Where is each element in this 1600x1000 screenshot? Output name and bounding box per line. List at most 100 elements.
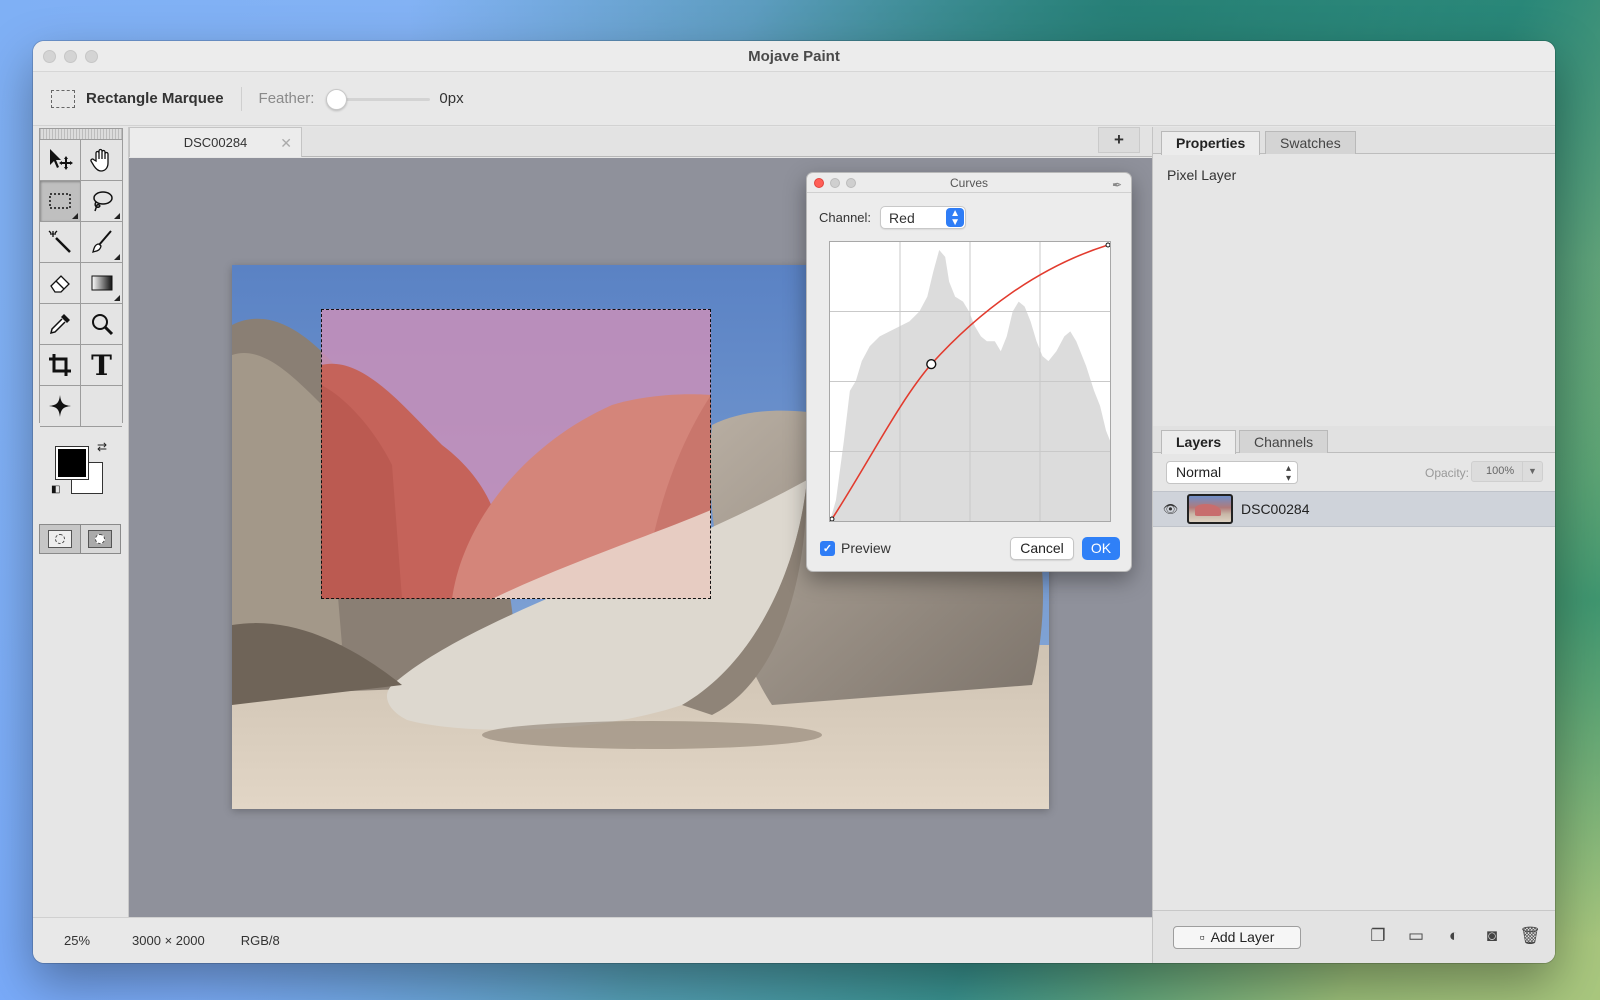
- duplicate-layer-icon[interactable]: ❐: [1367, 925, 1389, 947]
- sparkle-tool[interactable]: [40, 386, 81, 427]
- brush-icon: [91, 230, 112, 253]
- layer-thumbnail: [1187, 494, 1233, 524]
- color-mode: RGB/8: [240, 933, 280, 948]
- zoom-tool[interactable]: [81, 304, 122, 345]
- properties-content: Pixel Layer: [1153, 154, 1555, 426]
- quick-mask-icon: [88, 530, 113, 548]
- tool-flyout-indicator: [114, 213, 120, 219]
- tab-channels[interactable]: Channels: [1239, 430, 1329, 453]
- folder-icon[interactable]: ▭: [1405, 925, 1427, 947]
- blend-mode-select[interactable]: Normal ▴ ▾: [1166, 460, 1298, 484]
- eyedropper-tool[interactable]: [40, 304, 81, 345]
- tab-swatches[interactable]: Swatches: [1265, 131, 1356, 154]
- gradient-icon: [91, 275, 112, 291]
- curve-control-point[interactable]: [926, 358, 937, 370]
- zoom-window-button[interactable]: [85, 50, 98, 63]
- curves-graph[interactable]: [829, 241, 1111, 522]
- crop-tool[interactable]: [40, 345, 81, 386]
- visibility-eye-icon[interactable]: 👁: [1163, 502, 1187, 516]
- eraser-tool[interactable]: [40, 263, 81, 304]
- feather-slider[interactable]: [326, 88, 431, 110]
- dialog-minimize-button: [830, 178, 840, 188]
- lasso-tool[interactable]: [81, 181, 122, 222]
- tab-properties[interactable]: Properties: [1161, 131, 1261, 155]
- tool-flyout-indicator: [114, 295, 120, 301]
- opacity-field[interactable]: 100% ▼: [1471, 461, 1543, 482]
- divider: [240, 86, 242, 111]
- swap-colors-icon[interactable]: ⇄: [97, 440, 107, 454]
- hand-tool[interactable]: [81, 140, 122, 181]
- dialog-close-button[interactable]: [814, 178, 824, 188]
- preview-checkbox[interactable]: ✓: [820, 540, 835, 556]
- standard-mode-icon: [47, 530, 72, 548]
- default-colors-icon[interactable]: ◧: [51, 484, 60, 495]
- curves-title: Curves: [949, 176, 988, 190]
- opacity-label: Opacity:: [1424, 466, 1469, 480]
- select-arrows-icon: ▲ ▼: [946, 208, 965, 228]
- marquee-selection[interactable]: [321, 309, 711, 599]
- channel-row: Channel: Red ▲ ▼: [807, 193, 1131, 229]
- magic-wand-tool[interactable]: [40, 222, 81, 263]
- zoom-level[interactable]: 25%: [64, 933, 90, 948]
- curves-dialog: Curves ✒ Channel: Red ▲ ▼ ✓ Preview Canc…: [806, 172, 1132, 572]
- add-layer-button[interactable]: ▫ Add Layer: [1173, 925, 1301, 949]
- magic-wand-icon: [48, 230, 71, 253]
- text-tool[interactable]: T: [81, 345, 122, 386]
- tool-flyout-indicator: [114, 254, 120, 260]
- layer-controls: Normal ▴ ▾ Opacity: 100% ▼: [1153, 453, 1555, 491]
- zoom-icon: [91, 314, 113, 336]
- eyedropper-icon[interactable]: ✒: [1112, 175, 1122, 195]
- standard-mode-button[interactable]: [40, 525, 81, 553]
- toolbox-grip[interactable]: [40, 129, 122, 140]
- cancel-button[interactable]: Cancel: [1010, 537, 1074, 560]
- layers-panel: Layers Channels Normal ▴ ▾ Opacity: 100% …: [1153, 426, 1555, 527]
- eraser-icon: [50, 275, 70, 293]
- new-layer-icon: ▫: [1199, 929, 1205, 945]
- dialog-window-controls: [814, 178, 856, 188]
- minimize-window-button[interactable]: [64, 50, 77, 63]
- document-tab-label: DSC00284: [183, 135, 248, 150]
- document-tab[interactable]: DSC00284 ✕: [129, 127, 302, 157]
- gradient-tool[interactable]: [81, 263, 122, 304]
- channel-value: Red: [889, 209, 915, 226]
- toolbox: T: [39, 128, 123, 427]
- tab-layers[interactable]: Layers: [1161, 430, 1237, 454]
- preview-label: Preview: [841, 540, 891, 556]
- move-tool[interactable]: [40, 140, 81, 181]
- text-icon: T: [91, 348, 112, 382]
- feather-label: Feather:: [258, 90, 315, 107]
- status-bar: 25% 3000 × 2000 RGB/8: [33, 917, 1152, 963]
- layer-name: DSC00284: [1241, 501, 1310, 517]
- hand-icon: [89, 148, 109, 172]
- close-tab-icon[interactable]: ✕: [280, 135, 292, 152]
- layer-actions: ❐ ▭ ◐ ◙ 🗑: [1367, 925, 1541, 947]
- dialog-zoom-button: [846, 178, 856, 188]
- channel-select[interactable]: Red ▲ ▼: [880, 206, 967, 229]
- new-tab-button[interactable]: +: [1098, 127, 1140, 153]
- properties-layer-type: Pixel Layer: [1167, 167, 1237, 183]
- curve-endpoint-white[interactable]: [1105, 242, 1110, 248]
- ok-button[interactable]: OK: [1082, 537, 1120, 560]
- brush-tool[interactable]: [81, 222, 122, 263]
- curve-endpoint-black[interactable]: [830, 516, 835, 521]
- rectangle-marquee-tool[interactable]: [40, 181, 81, 222]
- layers-tabs: Layers Channels: [1153, 426, 1555, 454]
- preview-checkbox-row[interactable]: ✓ Preview: [820, 540, 891, 556]
- slider-knob[interactable]: [326, 88, 348, 110]
- adjustment-layer-icon[interactable]: ◐: [1443, 925, 1465, 947]
- foreground-color[interactable]: [55, 446, 89, 480]
- curves-title-bar[interactable]: Curves ✒: [807, 173, 1131, 193]
- window-title: Mojave Paint: [748, 48, 840, 65]
- blend-mode-value: Normal: [1176, 463, 1222, 480]
- select-arrows-icon: ▴ ▾: [1285, 462, 1291, 484]
- layer-mask-icon[interactable]: ◙: [1481, 925, 1503, 947]
- close-window-button[interactable]: [43, 50, 56, 63]
- active-tool-name: Rectangle Marquee: [86, 90, 224, 107]
- channel-label: Channel:: [819, 210, 872, 225]
- quick-mask-mode-button[interactable]: [80, 525, 120, 553]
- opacity-dropdown-icon[interactable]: ▼: [1522, 462, 1542, 481]
- right-panel: Properties Swatches Pixel Layer Layers C…: [1152, 127, 1555, 963]
- add-layer-label: Add Layer: [1210, 929, 1275, 945]
- trash-icon[interactable]: 🗑: [1519, 925, 1541, 947]
- layer-row[interactable]: 👁 DSC00284: [1153, 491, 1555, 527]
